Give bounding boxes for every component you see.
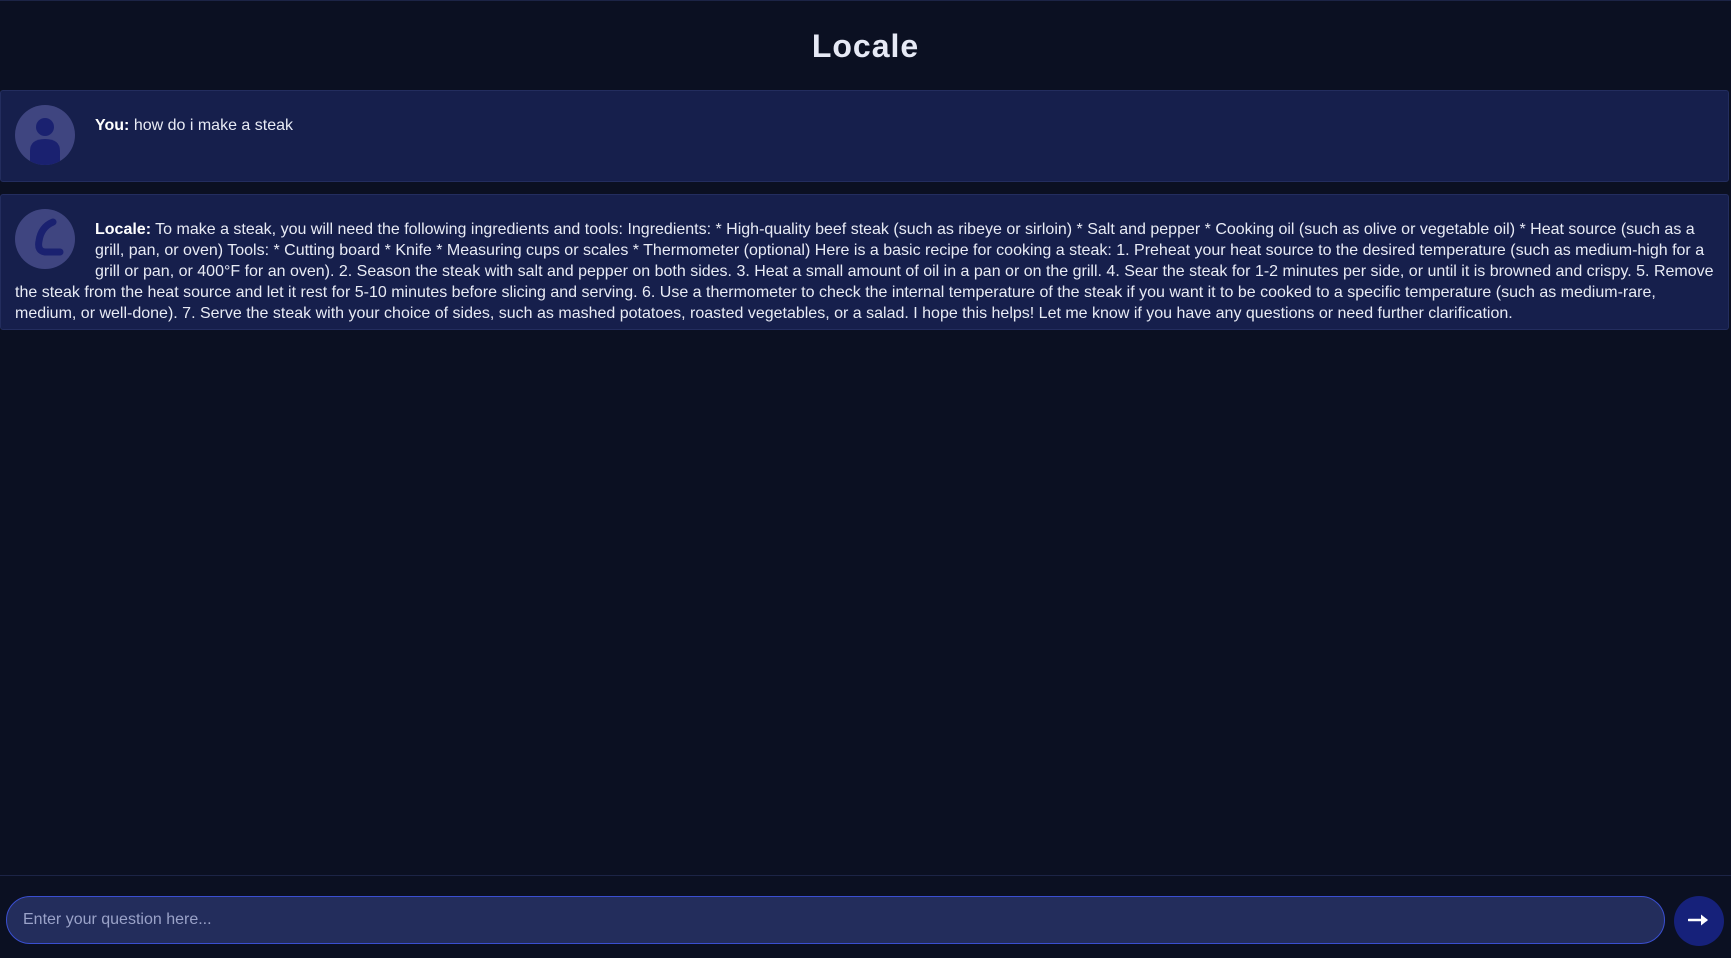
question-input[interactable] [6, 896, 1665, 944]
arrow-right-icon [1687, 913, 1710, 930]
message-sender: You: [95, 117, 130, 134]
chat-message-user: You: how do i make a steak [0, 90, 1729, 182]
message-sender: Locale: [95, 221, 152, 238]
input-bar [0, 875, 1731, 958]
send-button[interactable] [1674, 896, 1724, 946]
message-body: how do i make a steak [133, 117, 294, 134]
app-title: Locale [811, 27, 920, 64]
chat-message-bot: Locale: To make a steak, you will need t… [0, 194, 1729, 330]
locale-logo-icon [15, 209, 75, 269]
message-text: You: how do i make a steak [15, 105, 1716, 136]
user-avatar-icon [15, 105, 75, 165]
message-text: Locale: To make a steak, you will need t… [15, 209, 1716, 324]
header: Locale [0, 1, 1731, 91]
message-body: To make a steak, you will need the follo… [15, 221, 1714, 322]
